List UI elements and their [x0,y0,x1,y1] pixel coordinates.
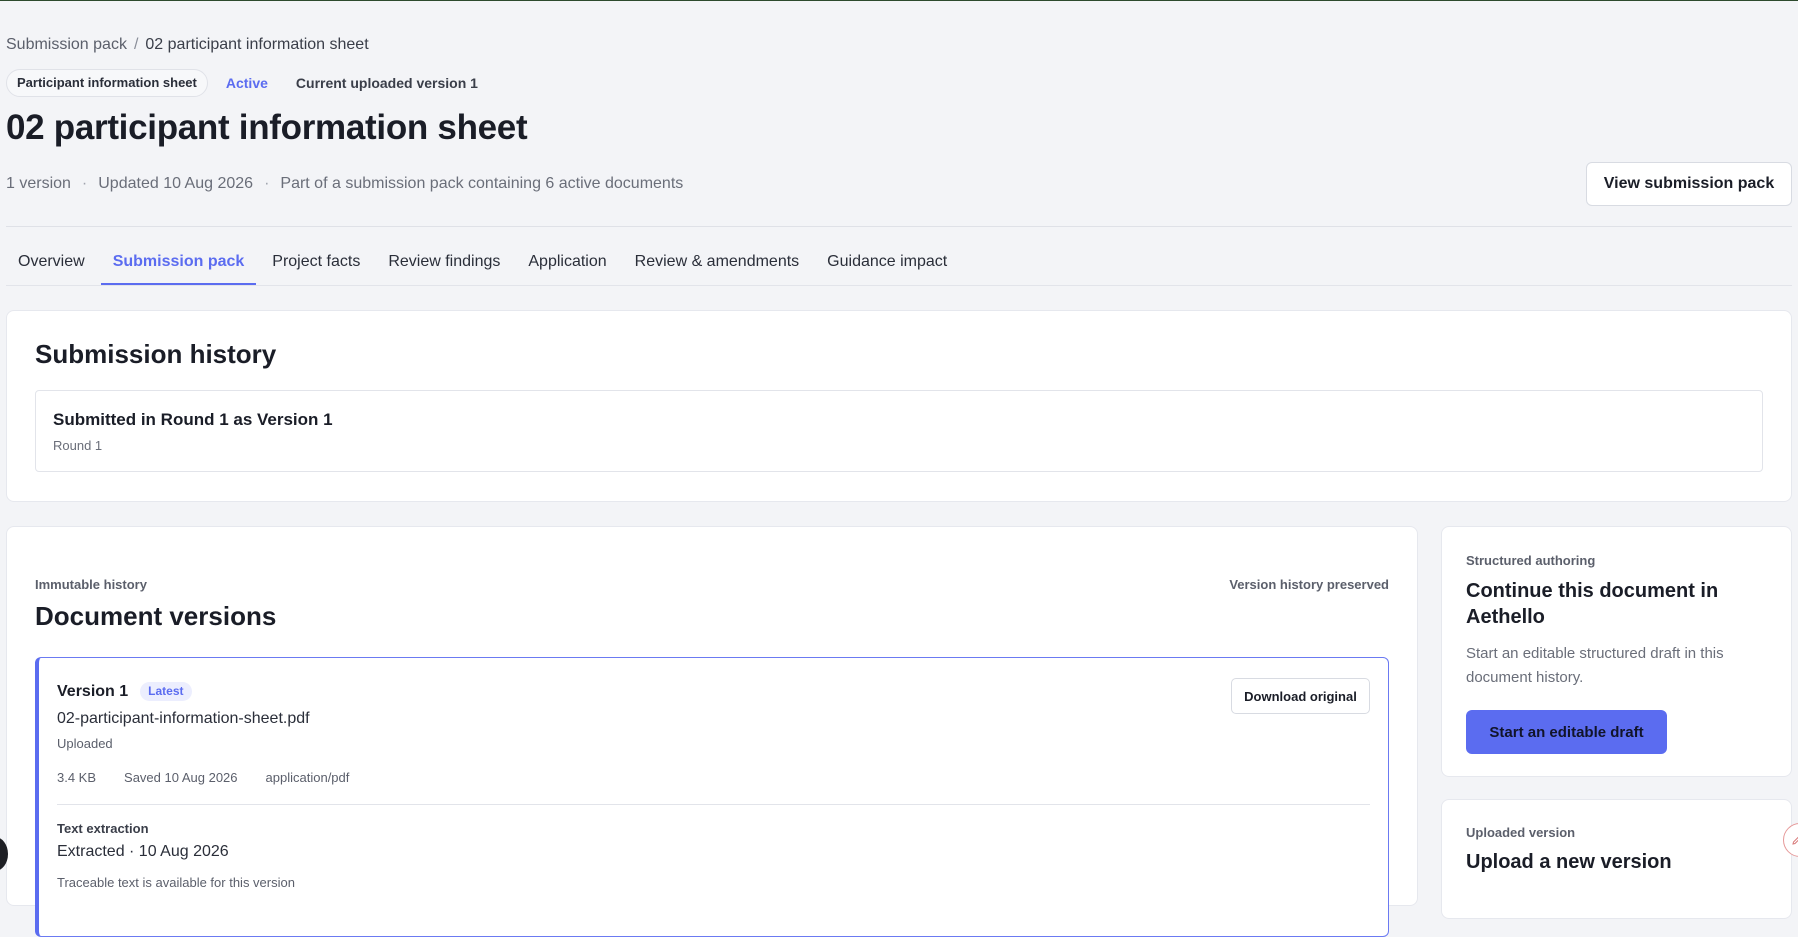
start-editable-draft-button[interactable]: Start an editable draft [1466,710,1667,754]
meta-separator: · [264,175,270,192]
authoring-title: Continue this document in Aethello [1466,580,1719,628]
current-version-label: Current uploaded version 1 [295,75,478,91]
meta-separator: · [81,175,88,192]
pack-summary: Part of a submission pack containing 6 a… [280,175,684,192]
upload-version-card: Uploaded version Upload a new version [1441,799,1792,919]
document-type-badge: Participant information sheet [6,69,208,97]
tab-project-facts[interactable]: Project facts [260,237,372,285]
version-divider [57,804,1370,805]
tab-overview[interactable]: Overview [6,237,97,285]
breadcrumb-current: 02 participant information sheet [145,36,369,53]
version-count: 1 version [6,175,71,192]
document-versions-title: Document versions [35,601,277,631]
version-label: Version 1 [57,682,129,700]
authoring-eyebrow: Structured authoring [1466,553,1596,568]
breadcrumb-separator: / [133,36,139,53]
page-title: 02 participant information sheet [6,108,528,147]
tab-bar: Overview Submission pack Project facts R… [6,237,1792,286]
history-item-title: Submitted in Round 1 as Version 1 [53,410,333,429]
submission-history-card: Submission history Submitted in Round 1 … [6,310,1792,502]
tab-guidance-impact[interactable]: Guidance impact [815,237,959,285]
text-extraction-label: Text extraction [57,821,149,836]
mime-type: application/pdf [265,770,350,785]
tab-submission-pack[interactable]: Submission pack [100,237,257,285]
history-item: Submitted in Round 1 as Version 1 Round … [35,390,1763,472]
status-badge: Active [225,75,268,91]
upload-eyebrow: Uploaded version [1466,825,1576,840]
document-versions-card: Immutable history Version history preser… [6,526,1418,937]
version-history-preserved-label: Version history preserved [1229,577,1389,592]
submission-history-title: Submission history [35,339,277,369]
versions-eyebrow: Immutable history [35,577,147,592]
text-extraction-status: Extracted · 10 Aug 2026 [57,843,229,860]
version-item: Version 1 Latest 02-participant-informat… [35,657,1389,937]
file-size: 3.4 KB [57,770,97,785]
tab-review-findings[interactable]: Review findings [376,237,512,285]
document-badges: Participant information sheet Active Cur… [6,69,478,97]
header-divider [6,226,1792,227]
pen-icon [1792,836,1798,845]
version-facts: 3.4 KB Saved 10 Aug 2026 application/pdf [57,770,349,785]
upload-title: Upload a new version [1466,851,1672,873]
text-extraction-note: Traceable text is available for this ver… [57,875,295,890]
tab-application[interactable]: Application [516,237,618,285]
structured-authoring-card: Structured authoring Continue this docum… [1441,526,1792,777]
breadcrumb: Submission pack / 02 participant informati… [6,36,369,54]
download-original-button[interactable]: Download original [1231,678,1370,714]
version-filename: 02-participant-information-sheet.pdf [57,710,310,727]
version-heading: Version 1 Latest [57,682,192,701]
breadcrumb-parent-link[interactable]: Submission pack [6,36,127,53]
version-status: Uploaded [57,736,113,751]
document-meta: 1 version · Updated 10 Aug 2026 · Part of a … [6,175,683,193]
saved-date: Saved 10 Aug 2026 [124,770,238,785]
updated-date: Updated 10 Aug 2026 [98,175,254,192]
tab-review-amendments[interactable]: Review & amendments [623,237,812,285]
view-submission-pack-button[interactable]: View submission pack [1586,162,1792,206]
history-item-round: Round 1 [53,438,103,453]
latest-badge: Latest [140,682,192,701]
authoring-description: Start an editable structured draft in th… [1466,645,1724,686]
